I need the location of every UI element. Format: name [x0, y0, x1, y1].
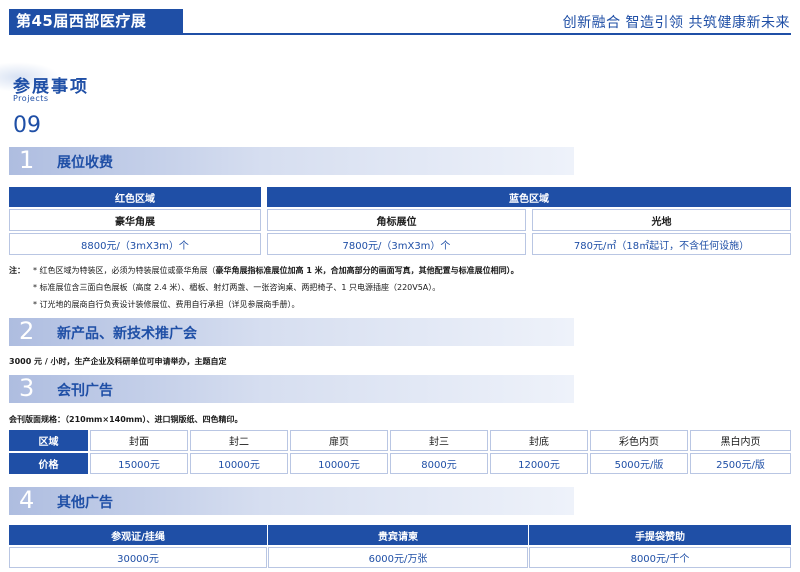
catalog-price-cell: 5000元/版	[590, 453, 688, 474]
header-divider	[9, 33, 791, 35]
catalog-area-cell: 扉页	[290, 430, 388, 451]
section-4-banner: 4 其他广告	[9, 486, 574, 515]
notes-label: 注：	[9, 266, 25, 275]
booth-type-cell: 角标展位	[267, 209, 526, 231]
catalog-area-cell: 黑白内页	[690, 430, 791, 451]
note-line-2: * 标准展位含三面白色展板（高度 2.4 米）、楣板、射灯两盏、一张咨询桌、两把…	[33, 283, 441, 292]
header-slogan: 创新融合 智造引领 共筑健康新未来	[562, 15, 790, 31]
catalog-price-cell: 8000元	[390, 453, 488, 474]
note-line-1: * 红色区域为特装区，必须为特装展位或豪华角展（豪华角展指标准展位加高 1 米，…	[33, 265, 519, 276]
section-number: 1	[19, 146, 35, 174]
catalog-price-header: 价格	[9, 453, 88, 474]
other-ad-price: 6000元/万张	[268, 547, 528, 568]
blue-zone-header: 蓝色区域	[267, 187, 791, 207]
section-3-banner: 3 会刊广告	[9, 374, 574, 403]
other-ad-price: 8000元/千个	[529, 547, 791, 568]
section-title: 展位收费	[57, 155, 113, 171]
seminar-description: 3000 元 / 小时，生产企业及科研单位可申请举办，主题自定	[9, 357, 227, 366]
booth-type-cell: 光地	[532, 209, 791, 231]
booth-price-cell: 780元/㎡（18㎡起订，不含任何设施）	[532, 233, 791, 255]
other-ad-header: 手提袋赞助	[529, 525, 791, 545]
catalog-area-cell: 封二	[190, 430, 288, 451]
other-ad-price: 30000元	[9, 547, 267, 568]
booth-price-cell: 7800元/（3mX3m）个	[267, 233, 526, 255]
note-line-1-text: * 红色区域为特装区，必须为特装展位或豪华角展（	[33, 266, 216, 275]
catalog-area-cell: 封三	[390, 430, 488, 451]
page-title: 第45届西部医疗展	[9, 9, 183, 33]
section-number: 3	[19, 374, 35, 402]
section-title: 会刊广告	[57, 383, 113, 399]
catalog-spec: 会刊版面规格：（210mm×140mm）、进口铜版纸、四色精印。	[9, 415, 243, 424]
catalog-area-cell: 封底	[490, 430, 588, 451]
booth-type-cell: 豪华角展	[9, 209, 261, 231]
section-2-banner: 2 新产品、新技术推广会	[9, 317, 574, 346]
catalog-price-cell: 15000元	[90, 453, 188, 474]
other-ad-header: 参观证/挂绳	[9, 525, 267, 545]
other-ad-header: 贵宾请柬	[268, 525, 528, 545]
projects-number: 09	[13, 113, 41, 138]
booth-price-cell: 8800元/（3mX3m）个	[9, 233, 261, 255]
catalog-price-cell: 10000元	[190, 453, 288, 474]
catalog-area-cell: 彩色内页	[590, 430, 688, 451]
catalog-price-cell: 10000元	[290, 453, 388, 474]
note-line-1-bold: 豪华角展指标准展位加高 1 米，合加高部分的画面写真，其他配置与标准展位相同）。	[215, 266, 519, 275]
note-line-3: * 订光地的展商自行负责设计装修展位、费用自行承担（详见参展商手册）。	[33, 300, 300, 309]
catalog-area-cell: 封面	[90, 430, 188, 451]
section-title: 其他广告	[57, 495, 113, 511]
catalog-price-cell: 2500元/版	[690, 453, 791, 474]
section-1-banner: 1 展位收费	[9, 146, 574, 175]
section-title: 新产品、新技术推广会	[57, 326, 197, 342]
catalog-price-cell: 12000元	[490, 453, 588, 474]
projects-subtitle: Projects	[13, 94, 49, 103]
red-zone-header: 红色区域	[9, 187, 261, 207]
section-number: 2	[19, 317, 35, 345]
section-number: 4	[19, 486, 35, 514]
catalog-area-header: 区域	[9, 430, 88, 451]
